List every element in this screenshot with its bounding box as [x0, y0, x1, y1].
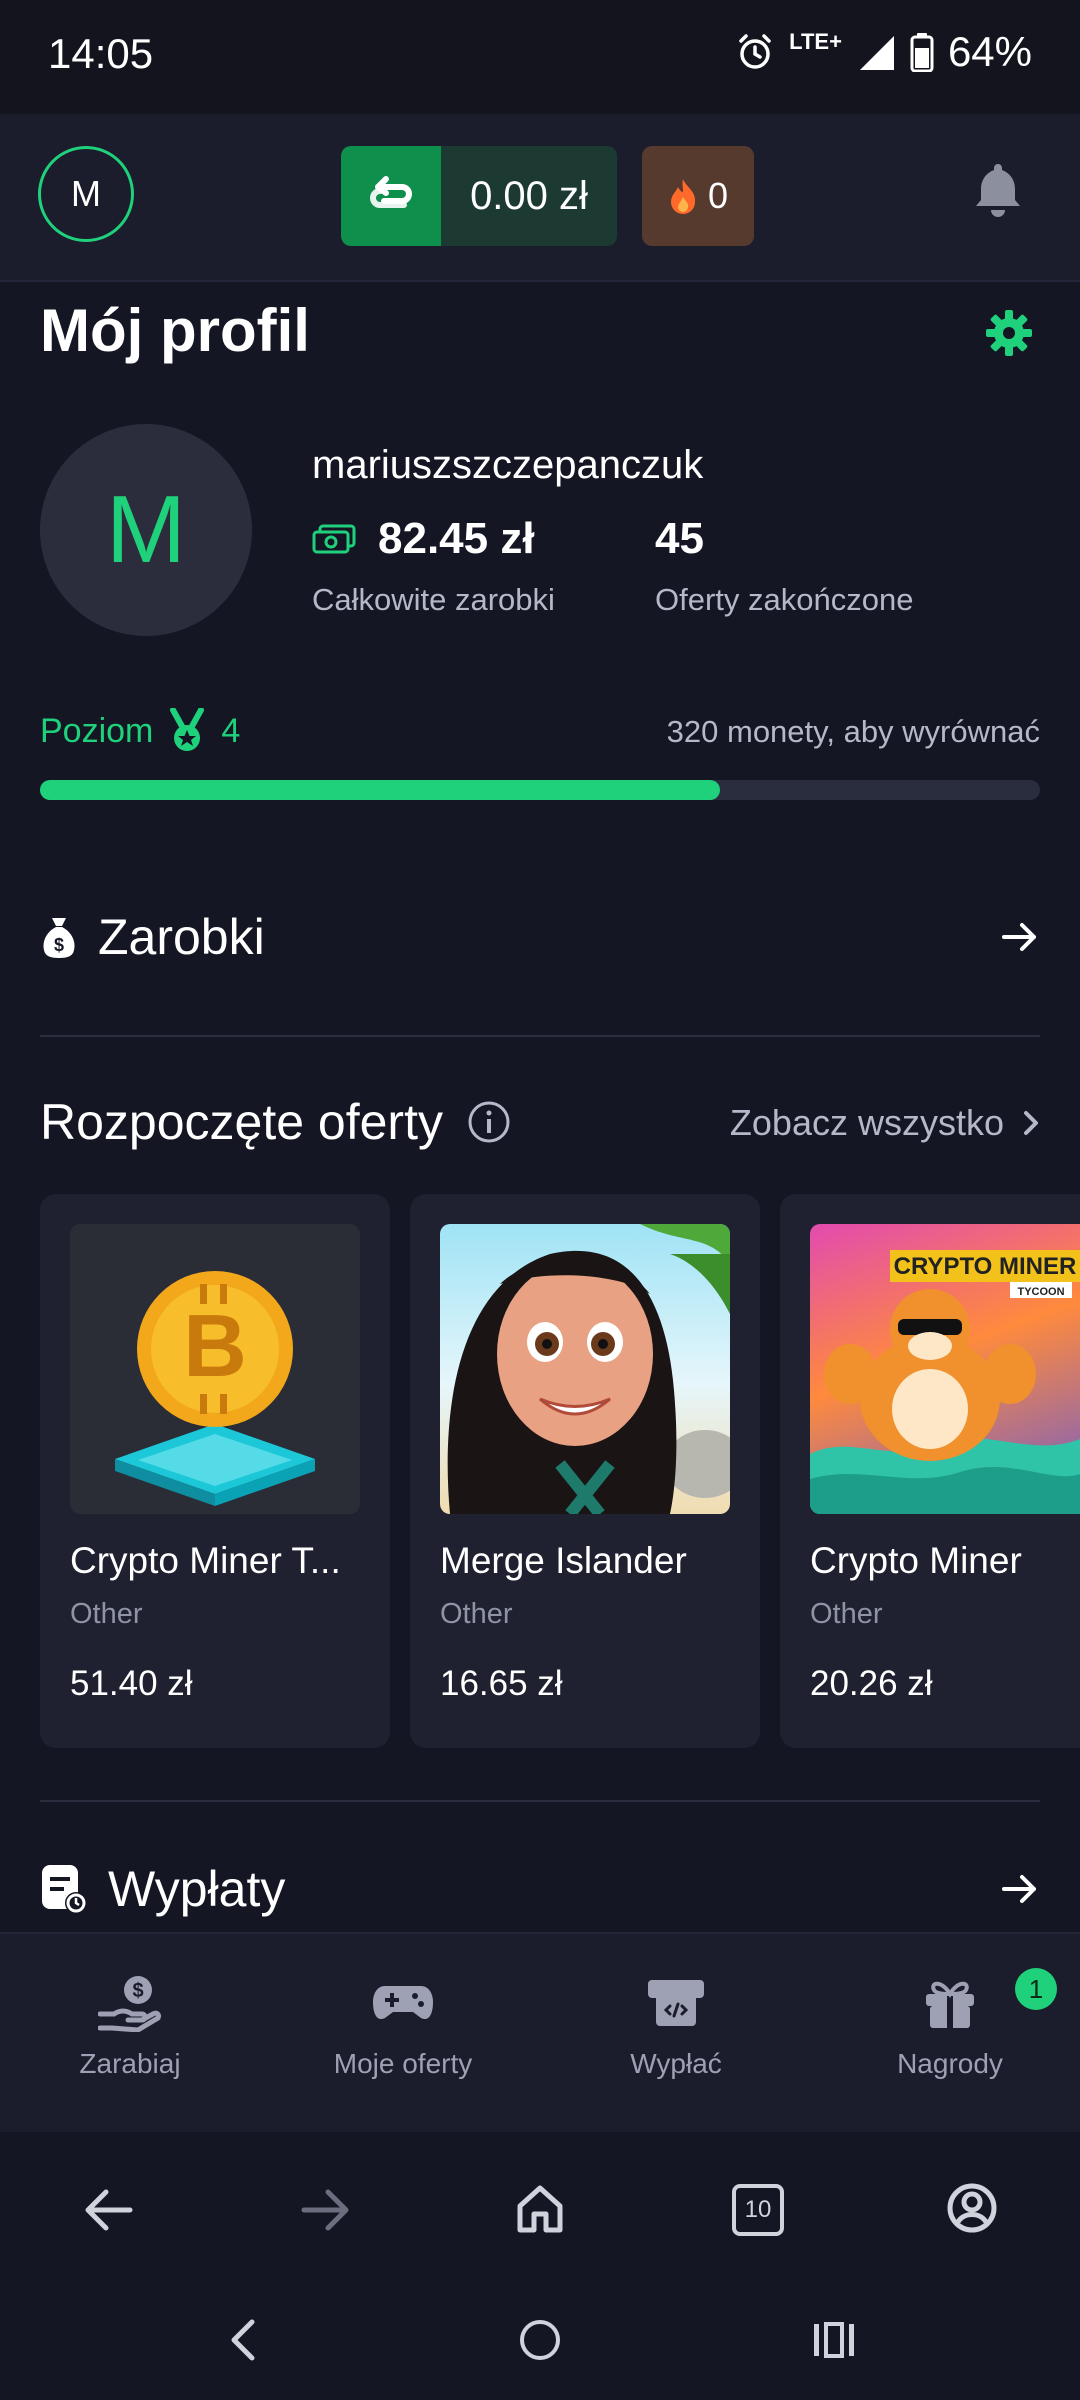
home-icon[interactable]: [516, 2184, 564, 2234]
offer-category: Other: [440, 1598, 513, 1630]
offer-thumbnail-islander: [440, 1224, 730, 1514]
nav-rewards-label: Nagrody: [897, 2048, 1003, 2079]
gear-icon[interactable]: [984, 308, 1034, 358]
payouts-row[interactable]: Wypłaty: [40, 1860, 1040, 1918]
total-earnings: 82.45 zł: [312, 514, 535, 564]
streak-value: 0: [707, 175, 729, 216]
back-arrow-icon[interactable]: [84, 2188, 134, 2232]
nav-my-offers[interactable]: Moje oferty: [293, 1972, 513, 2080]
nav-withdraw[interactable]: Wypłać: [566, 1972, 786, 2080]
offer-name: Merge Islander: [440, 1540, 687, 1581]
battery-icon: [910, 33, 934, 72]
total-earnings-value: 82.45 zł: [378, 514, 535, 563]
svg-text:B: B: [183, 1296, 247, 1395]
arrow-right-icon: [1002, 923, 1036, 951]
offer-price: 16.65 zł: [440, 1664, 563, 1703]
offer-price: 51.40 zł: [70, 1664, 193, 1703]
level-progress-fill: [40, 780, 720, 800]
header-avatar[interactable]: M: [38, 146, 134, 242]
started-offers-title: Rozpoczęte oferty: [40, 1094, 443, 1150]
offer-card[interactable]: CRYPTO MINER TYCOON Crypto Miner Other 2…: [780, 1194, 1080, 1748]
cash-icon: [312, 524, 356, 554]
see-all-label: Zobacz wszystko: [729, 1102, 1004, 1143]
battery-percent: 64%: [947, 28, 1032, 75]
balance-value: 0.00 zł: [441, 146, 617, 246]
level-indicator: Poziom 4: [40, 708, 240, 754]
payout-history-icon: [42, 1865, 87, 1914]
account-icon[interactable]: [946, 2182, 998, 2234]
system-back-icon[interactable]: [228, 2318, 258, 2362]
nav-my-offers-label: Moje oferty: [333, 2048, 473, 2079]
rewards-badge: 1: [1015, 1968, 1057, 2010]
gamepad-icon: [373, 1986, 433, 2020]
offer-thumbnail-bitcoin: B: [70, 1224, 360, 1514]
offer-name: Crypto Miner: [810, 1540, 1022, 1581]
network-label: LTE+: [789, 29, 842, 54]
signal-icon: [859, 36, 894, 70]
exchange-icon: [341, 146, 441, 246]
offer-price: 20.26 zł: [810, 1664, 933, 1703]
offer-thumbnail-crypto-miner: CRYPTO MINER TYCOON: [810, 1224, 1080, 1514]
status-icons: LTE+ 64%: [735, 28, 1032, 76]
level-hint: 320 monety, aby wyrównać: [666, 714, 1040, 749]
username: mariuszszczepanczuk: [312, 443, 704, 487]
offers-completed-label: Oferty zakończone: [655, 582, 914, 617]
bell-icon[interactable]: [968, 158, 1028, 218]
nav-earn-label: Zarabiaj: [79, 2048, 181, 2079]
system-home-icon[interactable]: [518, 2318, 562, 2362]
status-time: 14:05: [48, 30, 154, 77]
flame-icon: [670, 179, 696, 214]
offer-category: Other: [70, 1598, 143, 1630]
arrow-right-icon: [1002, 1875, 1036, 1903]
offer-card[interactable]: B Crypto Miner T... Other 51.40 zł: [40, 1194, 390, 1748]
started-offers-header: Rozpoczęte oferty: [40, 1093, 511, 1151]
offers-completed-value: 45: [655, 514, 704, 563]
offer-name: Crypto Miner T...: [70, 1540, 341, 1581]
earnings-row[interactable]: $ Zarobki: [40, 908, 1040, 966]
total-earnings-label: Całkowite zarobki: [312, 582, 555, 617]
level-label: Poziom: [40, 711, 154, 750]
svg-text:$: $: [132, 1980, 143, 2002]
alarm-icon: [739, 34, 771, 69]
chevron-right-icon: [1024, 1111, 1038, 1135]
profile-avatar: M: [40, 424, 252, 636]
hand-coin-icon: $: [98, 1976, 161, 2032]
divider: [40, 1035, 1040, 1037]
offer-category: Other: [810, 1598, 883, 1630]
gift-icon: [926, 1981, 974, 2028]
banner-subtitle: TYCOON: [1017, 1286, 1064, 1298]
tabs-button[interactable]: 10: [732, 2184, 784, 2236]
payouts-title: Wypłaty: [108, 1861, 286, 1917]
svg-text:$: $: [54, 935, 64, 955]
level-value: 4: [221, 711, 241, 750]
banner-title: CRYPTO MINER: [894, 1253, 1077, 1280]
nav-earn[interactable]: $ Zarabiaj: [20, 1972, 240, 2080]
system-recents-icon[interactable]: [812, 2320, 856, 2360]
info-icon[interactable]: [467, 1100, 511, 1144]
page-title: Mój profil: [40, 297, 310, 364]
streak-button[interactable]: 0: [642, 146, 754, 246]
earnings-title: Zarobki: [98, 909, 265, 965]
money-bag-icon: $: [43, 918, 75, 958]
forward-arrow-icon[interactable]: [300, 2188, 350, 2232]
see-all-link[interactable]: Zobacz wszystko: [730, 1102, 1040, 1144]
wallet-icon: [648, 1980, 704, 2026]
nav-withdraw-label: Wypłać: [630, 2048, 722, 2079]
medal-icon: [170, 708, 205, 751]
offer-card[interactable]: Merge Islander Other 16.65 zł: [410, 1194, 760, 1748]
level-progress-bar: [40, 780, 1040, 800]
divider: [40, 1800, 1040, 1802]
balance-button[interactable]: 0.00 zł: [341, 146, 617, 246]
